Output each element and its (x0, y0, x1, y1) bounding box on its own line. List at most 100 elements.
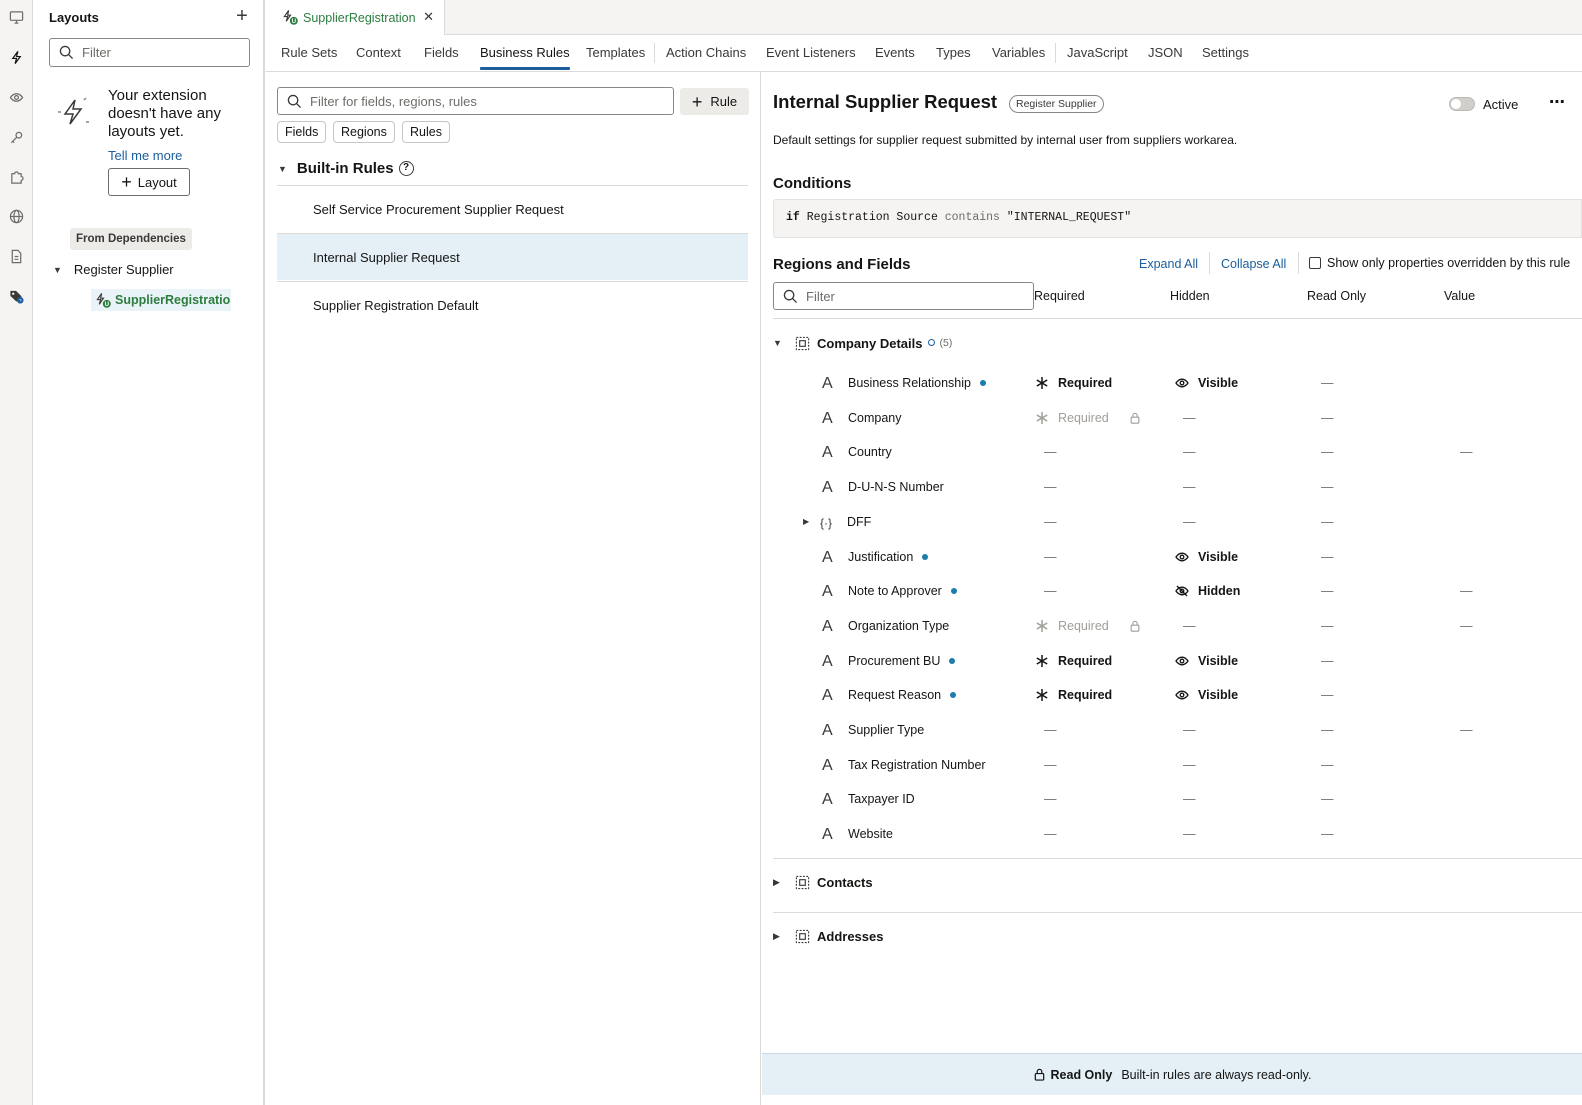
read-only-cell[interactable]: — (1321, 550, 1334, 564)
tab-templates[interactable]: Templates (586, 45, 645, 60)
required-cell[interactable]: — (1044, 550, 1057, 564)
hidden-cell[interactable]: — (1183, 411, 1196, 425)
hidden-cell[interactable]: Visible (1175, 688, 1238, 702)
field-row[interactable]: A Procurement BU Required Visible — (762, 645, 1582, 679)
tell-me-more-link[interactable]: Tell me more (108, 148, 182, 163)
required-cell[interactable]: Required (1035, 376, 1112, 390)
field-row[interactable]: A Justification — Visible — (762, 541, 1582, 575)
required-cell[interactable]: — (1044, 584, 1057, 598)
document-icon[interactable] (4, 244, 28, 268)
required-cell[interactable]: — (1044, 792, 1057, 806)
tab-json[interactable]: JSON (1148, 45, 1183, 60)
group-addresses[interactable]: ▶ Addresses (773, 925, 883, 947)
tags-icon[interactable]: ? (4, 284, 28, 308)
field-row[interactable]: A Request Reason Required Visible — (762, 679, 1582, 713)
field-row[interactable]: A Business Relationship Required Visible — (762, 367, 1582, 401)
required-cell[interactable]: — (1044, 515, 1057, 529)
add-layout-plus-icon[interactable]: + (233, 6, 251, 26)
hidden-cell[interactable]: Visible (1175, 654, 1238, 668)
caret-down-icon[interactable]: ▼ (278, 164, 287, 174)
value-cell[interactable]: — (1460, 619, 1473, 633)
hidden-cell[interactable]: — (1183, 480, 1196, 494)
hidden-cell[interactable]: — (1183, 827, 1196, 841)
monitor-icon[interactable] (4, 5, 28, 29)
group-contacts[interactable]: ▶ Contacts (773, 871, 873, 893)
hidden-cell[interactable]: — (1183, 723, 1196, 737)
filter-chip-rules[interactable]: Rules (402, 121, 450, 143)
hidden-cell[interactable]: — (1183, 515, 1196, 529)
layouts-filter-field[interactable] (49, 38, 250, 67)
tab-fields[interactable]: Fields (424, 45, 459, 60)
read-only-cell[interactable]: — (1321, 723, 1334, 737)
required-cell[interactable]: — (1044, 723, 1057, 737)
active-toggle[interactable] (1449, 97, 1475, 111)
tab-variables[interactable]: Variables (992, 45, 1045, 60)
tab-types[interactable]: Types (936, 45, 971, 60)
field-row[interactable]: ▶ {·} DFF — — — (762, 506, 1582, 540)
required-cell[interactable]: — (1044, 480, 1057, 494)
rule-row-supplier-registration-default[interactable]: Supplier Registration Default (277, 281, 748, 328)
caret-right-icon[interactable]: ▶ (803, 517, 809, 526)
required-cell[interactable]: Required (1035, 654, 1112, 668)
read-only-cell[interactable]: — (1321, 480, 1334, 494)
add-layout-button[interactable]: + Layout (108, 168, 190, 196)
caret-right-icon[interactable]: ▶ (773, 877, 787, 888)
value-cell[interactable]: — (1460, 723, 1473, 737)
field-row[interactable]: A Country — — — — (762, 436, 1582, 470)
key-icon[interactable] (4, 125, 28, 149)
hidden-cell[interactable]: — (1183, 619, 1196, 633)
help-icon[interactable]: ? (398, 161, 414, 176)
field-row[interactable]: A Supplier Type — — — — (762, 714, 1582, 748)
tab-action-chains[interactable]: Action Chains (666, 45, 746, 60)
read-only-cell[interactable]: — (1321, 688, 1334, 702)
field-row[interactable]: A Organization Type Required — — — (762, 610, 1582, 644)
rules-filter-input[interactable] (310, 93, 673, 109)
fields-filter-field[interactable] (773, 282, 1034, 310)
fields-filter-input[interactable] (806, 288, 1033, 304)
tab-settings[interactable]: Settings (1202, 45, 1249, 60)
tab-rule-sets[interactable]: Rule Sets (281, 45, 337, 60)
required-cell[interactable]: — (1044, 445, 1057, 459)
hidden-cell[interactable]: Visible (1175, 550, 1238, 564)
value-cell[interactable]: — (1460, 584, 1473, 598)
expand-all-link[interactable]: Expand All (1139, 257, 1198, 271)
built-in-rules-section[interactable]: ▼ Built-in Rules? (278, 160, 414, 177)
checkbox-box[interactable] (1309, 257, 1321, 269)
tab-javascript[interactable]: JavaScript (1067, 45, 1128, 60)
read-only-cell[interactable]: — (1321, 515, 1334, 529)
filter-chip-regions[interactable]: Regions (333, 121, 395, 143)
tab-business-rules[interactable]: Business Rules (480, 45, 570, 70)
read-only-cell[interactable]: — (1321, 758, 1334, 772)
rules-filter-field[interactable] (277, 87, 674, 115)
read-only-cell[interactable]: — (1321, 584, 1334, 598)
hidden-cell[interactable]: — (1183, 792, 1196, 806)
file-tab-supplier-registration[interactable]: U SupplierRegistration ✕ (266, 0, 445, 35)
tab-event-listeners[interactable]: Event Listeners (766, 45, 856, 60)
tree-item-register-supplier[interactable]: ▼ Register Supplier (53, 262, 174, 277)
field-row[interactable]: A Website — — — (762, 818, 1582, 852)
required-cell[interactable]: — (1044, 758, 1057, 772)
field-row[interactable]: A Taxpayer ID — — — (762, 783, 1582, 817)
read-only-cell[interactable]: — (1321, 619, 1334, 633)
layouts-filter-input[interactable] (82, 45, 249, 60)
globe-icon[interactable] (4, 204, 28, 228)
filter-chip-fields[interactable]: Fields (277, 121, 327, 143)
tab-events[interactable]: Events (875, 45, 915, 60)
field-row[interactable]: A Company Required — — (762, 402, 1582, 436)
read-only-cell[interactable]: — (1321, 445, 1334, 459)
field-row[interactable]: A Note to Approver — Hidden — — (762, 575, 1582, 609)
rule-row-internal-supplier-request[interactable]: Internal Supplier Request (277, 233, 748, 280)
value-cell[interactable]: — (1460, 445, 1473, 459)
required-cell[interactable]: — (1044, 827, 1057, 841)
caret-right-icon[interactable]: ▶ (773, 931, 787, 942)
hidden-cell[interactable]: — (1183, 445, 1196, 459)
read-only-cell[interactable]: — (1321, 654, 1334, 668)
eye-icon[interactable] (4, 85, 28, 109)
field-row[interactable]: A Tax Registration Number — — — (762, 749, 1582, 783)
close-icon[interactable]: ✕ (423, 9, 434, 25)
read-only-cell[interactable]: — (1321, 827, 1334, 841)
collapse-all-link[interactable]: Collapse All (1221, 257, 1286, 271)
show-only-overridden-checkbox[interactable]: Show only properties overridden by this … (1309, 256, 1570, 270)
caret-down-icon[interactable]: ▼ (53, 265, 62, 275)
lightning-icon[interactable] (4, 45, 28, 69)
